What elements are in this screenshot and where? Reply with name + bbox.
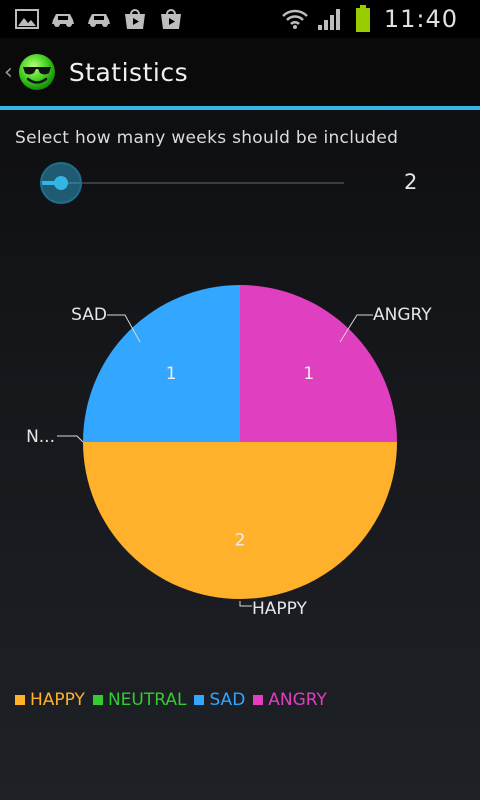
legend-swatch-neutral: [92, 695, 103, 705]
slice-category-label-n: N...: [26, 427, 55, 447]
legend-label-sad: SAD: [209, 690, 246, 710]
car-icon: [86, 8, 112, 30]
legend-item-sad: SAD: [194, 690, 245, 710]
legend-label-angry: ANGRY: [268, 690, 327, 710]
legend-item-angry: ANGRY: [253, 690, 327, 710]
legend-label-neutral: NEUTRAL: [107, 690, 187, 710]
weeks-prompt-label: Select how many weeks should be included: [15, 128, 399, 148]
weeks-slider[interactable]: [40, 160, 346, 206]
action-bar: ‹ Statistics: [0, 38, 480, 106]
leader-line-happy: [239, 601, 252, 607]
legend-swatch-angry: [253, 695, 264, 705]
status-bar: 11:40: [0, 0, 480, 38]
legend-item-neutral: NEUTRAL: [92, 690, 187, 710]
slider-track[interactable]: [40, 182, 344, 184]
legend-swatch-happy: [15, 695, 25, 705]
battery-icon: [350, 5, 376, 32]
chart-legend: HAPPY NEUTRAL SAD ANGRY: [15, 690, 329, 710]
play-store-icon: [122, 8, 148, 30]
pie-slice-happy: [83, 442, 397, 599]
legend-label-happy: HAPPY: [30, 690, 85, 710]
leader-line-n: [57, 435, 84, 443]
wifi-icon: [281, 8, 308, 30]
slice-category-label-happy: HAPPY: [252, 599, 308, 619]
action-bar-divider: [0, 106, 480, 110]
car-icon: [50, 8, 76, 30]
slice-category-label-sad: SAD: [71, 305, 107, 325]
legend-swatch-sad: [194, 695, 205, 705]
page-title: Statistics: [68, 57, 189, 87]
legend-item-happy: HAPPY: [15, 690, 85, 710]
status-time: 11:40: [383, 5, 458, 33]
gallery-icon: [14, 8, 40, 30]
shop-icon: [158, 8, 184, 30]
slice-value-label-sad: 1: [166, 364, 177, 384]
slice-category-label-angry: ANGRY: [373, 305, 432, 325]
signal-icon: [316, 8, 342, 30]
smiley-sunglasses-icon[interactable]: [17, 52, 57, 92]
up-caret-icon[interactable]: ‹: [4, 60, 13, 85]
slice-value-label-happy: 2: [235, 530, 246, 550]
slice-value-label-angry: 1: [303, 364, 314, 384]
weeks-value: 2: [404, 170, 418, 194]
mood-pie-chart: 2 HAPPY N... 1 SAD 1 ANGRY: [26, 285, 432, 619]
